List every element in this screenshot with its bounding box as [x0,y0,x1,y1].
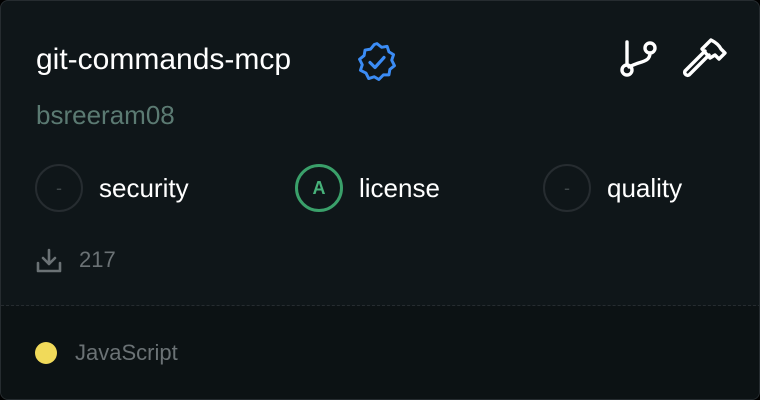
author-name[interactable]: bsreeram08 [36,99,175,131]
language-name: JavaScript [75,340,178,365]
verified-badge-icon [358,42,396,81]
download-count: 217 [79,247,116,272]
quality-grade-badge: - [543,164,591,212]
server-card[interactable]: git-commands-mcp bsreeram08 - security A… [0,0,760,400]
download-icon [36,248,62,273]
security-label: security [99,173,189,203]
git-branch-icon[interactable] [617,37,661,81]
quality-label: quality [607,173,683,203]
server-name[interactable]: git-commands-mcp [36,42,291,78]
license-label: license [359,173,440,203]
security-grade-badge: - [35,164,83,212]
license-grade-badge: A [295,164,343,212]
language-color-dot [35,342,57,364]
hammer-icon[interactable] [681,37,729,81]
